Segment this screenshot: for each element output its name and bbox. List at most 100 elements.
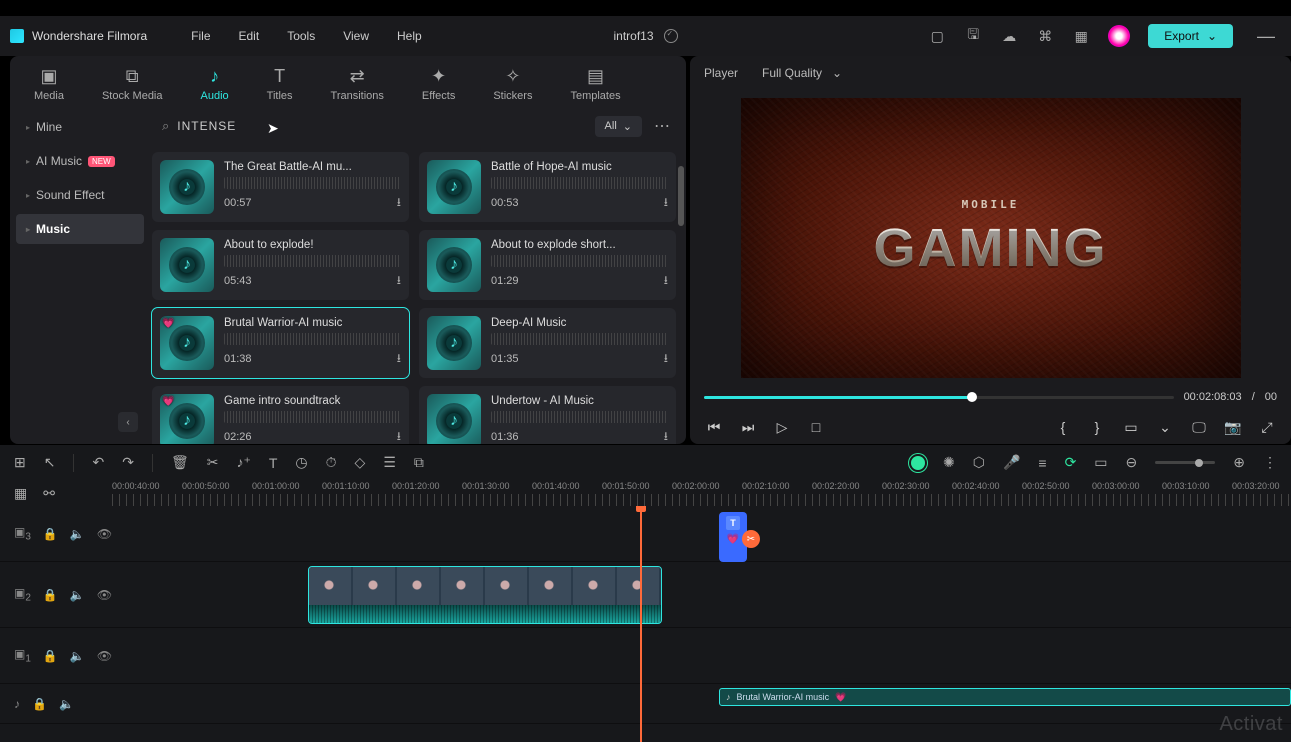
- download-icon[interactable]: ⭳: [397, 349, 401, 370]
- zoom-slider[interactable]: [1155, 461, 1215, 464]
- timer-icon[interactable]: ⏱: [326, 454, 337, 471]
- play-button[interactable]: ▷: [772, 419, 792, 436]
- marker-icon[interactable]: ⬡: [973, 454, 985, 471]
- chevron-down-icon[interactable]: ⌄: [1155, 419, 1175, 436]
- audio-clip[interactable]: ♪ Brutal Warrior-AI music 💗: [719, 688, 1291, 706]
- select-tool-icon[interactable]: ↖: [44, 454, 56, 471]
- menu-tools[interactable]: Tools: [273, 29, 329, 43]
- download-icon[interactable]: ⭳: [664, 193, 668, 214]
- mute-icon[interactable]: 🔈: [70, 588, 85, 602]
- tab-media[interactable]: ▣Media: [28, 62, 70, 106]
- video-preview[interactable]: MOBILE GAMING: [690, 92, 1291, 384]
- menu-view[interactable]: View: [329, 29, 383, 43]
- sidebar-item-ai-music[interactable]: ▸AI MusicNEW: [16, 146, 144, 176]
- render-icon[interactable]: ⟳: [1065, 454, 1077, 471]
- tab-templates[interactable]: ▤Templates: [564, 62, 626, 106]
- link-icon[interactable]: ⚯: [43, 485, 55, 502]
- next-frame-button[interactable]: ⏭: [738, 419, 758, 436]
- tab-audio[interactable]: ♪Audio: [195, 62, 235, 106]
- tab-transitions[interactable]: ⇄Transitions: [325, 62, 390, 106]
- scrollbar[interactable]: [678, 166, 684, 226]
- mute-icon[interactable]: 🔈: [70, 527, 85, 541]
- mic-icon[interactable]: 🎤: [1003, 454, 1020, 471]
- download-icon[interactable]: ⭳: [397, 271, 401, 292]
- undo-button[interactable]: ↶: [92, 454, 104, 471]
- stop-button[interactable]: □: [806, 419, 826, 435]
- minimize-button[interactable]: —: [1251, 26, 1281, 47]
- fit-icon[interactable]: ▭: [1094, 454, 1107, 471]
- zoom-in-button[interactable]: ⊕: [1233, 454, 1245, 471]
- audio-item[interactable]: ♪ Deep-AI Music 01:35⭳: [419, 308, 676, 378]
- eye-icon[interactable]: 👁: [97, 527, 112, 541]
- mute-icon[interactable]: 🔈: [70, 649, 85, 663]
- magnet-icon[interactable]: ⊞: [14, 454, 26, 471]
- headphones-icon[interactable]: ⌘: [1036, 27, 1054, 45]
- group-icon[interactable]: ⧉: [414, 454, 424, 471]
- menu-help[interactable]: Help: [383, 29, 436, 43]
- audio-item[interactable]: ♪ Battle of Hope-AI music 00:53⭳: [419, 152, 676, 222]
- sidebar-item-sound-effect[interactable]: ▸Sound Effect: [16, 180, 144, 210]
- tab-stock-media[interactable]: ⧉Stock Media: [96, 62, 169, 106]
- mute-icon[interactable]: 🔈: [59, 697, 74, 711]
- export-button[interactable]: Export ⌄: [1148, 24, 1233, 48]
- display-button[interactable]: 🖵: [1189, 419, 1209, 436]
- collapse-sidebar-button[interactable]: ‹: [118, 412, 138, 432]
- eye-icon[interactable]: 👁: [97, 588, 112, 602]
- timeline-menu-icon[interactable]: ⋮: [1263, 454, 1277, 471]
- timeline-ruler[interactable]: 00:00:40:0000:00:50:0000:01:00:0000:01:1…: [112, 480, 1291, 506]
- ratio-button[interactable]: ▭: [1121, 419, 1141, 436]
- scrub-bar[interactable]: [704, 396, 1174, 399]
- text-icon[interactable]: T: [269, 455, 278, 471]
- clip-end-icon[interactable]: ▶: [661, 585, 662, 603]
- download-icon[interactable]: ⭳: [397, 427, 401, 445]
- lock-icon[interactable]: 🔒: [32, 697, 47, 711]
- adjust-icon[interactable]: ☰: [383, 454, 396, 471]
- crop-icon[interactable]: ◇: [355, 454, 366, 471]
- audio-item[interactable]: ♪ Undertow - AI Music 01:36⭳: [419, 386, 676, 444]
- track-add-icon[interactable]: ▦: [14, 485, 27, 502]
- lock-icon[interactable]: 🔒: [43, 588, 58, 602]
- cut-button[interactable]: ✂: [207, 454, 219, 471]
- zoom-out-button[interactable]: ⊖: [1126, 454, 1138, 471]
- delete-button[interactable]: 🗑: [171, 454, 189, 471]
- tab-titles[interactable]: TTitles: [261, 62, 299, 106]
- split-marker-icon[interactable]: ✂: [742, 530, 760, 548]
- mixer-icon[interactable]: ≡: [1038, 455, 1046, 471]
- flare-icon[interactable]: ✺: [943, 454, 955, 471]
- audio-item[interactable]: ♪ About to explode! 05:43⭳: [152, 230, 409, 300]
- video-clip[interactable]: ▶20231126 191153 ▶: [308, 566, 662, 624]
- download-icon[interactable]: ⭳: [664, 271, 668, 292]
- sidebar-item-mine[interactable]: ▸Mine: [16, 112, 144, 142]
- mark-in-button[interactable]: {: [1053, 419, 1073, 435]
- cloud-icon[interactable]: ☁: [1000, 27, 1018, 45]
- tab-effects[interactable]: ✦Effects: [416, 62, 461, 106]
- lock-icon[interactable]: 🔒: [43, 527, 58, 541]
- expand-button[interactable]: ⤢: [1257, 419, 1277, 436]
- eye-icon[interactable]: 👁: [97, 649, 112, 663]
- audio-item[interactable]: ♪ About to explode short... 01:29⭳: [419, 230, 676, 300]
- prev-frame-button[interactable]: ⏮: [704, 419, 724, 436]
- audio-item[interactable]: ♪ The Great Battle-AI mu... 00:57⭳: [152, 152, 409, 222]
- more-options-button[interactable]: ⋯: [650, 116, 674, 136]
- record-indicator-icon[interactable]: [911, 456, 925, 470]
- menu-edit[interactable]: Edit: [225, 29, 274, 43]
- sync-status-icon[interactable]: [664, 29, 678, 43]
- menu-file[interactable]: File: [177, 29, 224, 43]
- quality-select[interactable]: Full Quality⌄: [754, 63, 850, 83]
- tab-stickers[interactable]: ✧Stickers: [487, 62, 538, 106]
- search-input[interactable]: [177, 119, 586, 133]
- audio-edit-icon[interactable]: ♪⁺: [236, 454, 250, 471]
- screenshot-icon[interactable]: ▢: [928, 27, 946, 45]
- playhead[interactable]: [640, 506, 642, 742]
- download-icon[interactable]: ⭳: [664, 427, 668, 445]
- audio-item[interactable]: 💗♪ Brutal Warrior-AI music 01:38⭳: [152, 308, 409, 378]
- mark-out-button[interactable]: }: [1087, 419, 1107, 435]
- grid-icon[interactable]: ▦: [1072, 27, 1090, 45]
- lock-icon[interactable]: 🔒: [43, 649, 58, 663]
- save-icon[interactable]: 🖫: [964, 27, 982, 45]
- user-avatar[interactable]: [1108, 25, 1130, 47]
- audio-item[interactable]: 💗♪ Game intro soundtrack 02:26⭳: [152, 386, 409, 444]
- sidebar-item-music[interactable]: ▸Music: [16, 214, 144, 244]
- download-icon[interactable]: ⭳: [397, 193, 401, 214]
- snapshot-button[interactable]: 📷: [1223, 419, 1243, 436]
